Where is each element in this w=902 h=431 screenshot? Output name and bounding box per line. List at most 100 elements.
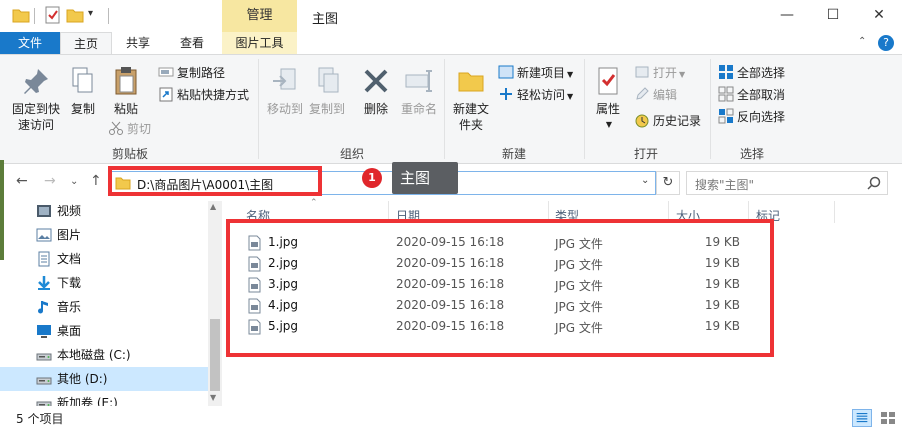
nav-item-label: 音乐: [57, 300, 82, 314]
select-all-icon: [719, 65, 733, 79]
maximize-button[interactable]: ☐: [810, 0, 856, 32]
invert-selection-button[interactable]: 反向选择: [718, 107, 785, 127]
divider: [258, 59, 259, 159]
easy-access-button[interactable]: 轻松访问 ▼: [498, 85, 573, 105]
select-none-button[interactable]: 全部取消: [718, 85, 785, 105]
annotation-tooltip: 主图: [392, 162, 458, 194]
annotation-highlight-files: [226, 219, 774, 357]
annotation-highlight-address: [108, 166, 322, 196]
manage-tab[interactable]: 管理: [222, 0, 297, 32]
open-icon: [635, 66, 649, 78]
documents-icon: [36, 251, 52, 267]
new-item-icon: [498, 65, 514, 79]
invert-selection-icon: [718, 108, 734, 124]
music-icon: [36, 299, 52, 315]
easy-access-icon: [500, 88, 512, 100]
back-arrow-icon[interactable]: ←: [16, 173, 28, 189]
edit-icon: [636, 87, 649, 100]
scrollbar-thumb[interactable]: [210, 319, 220, 391]
close-button[interactable]: ✕: [856, 0, 902, 32]
folder-icon: [458, 72, 484, 92]
cut-button[interactable]: 剪切: [108, 119, 151, 139]
properties-icon[interactable]: [44, 6, 62, 24]
select-all-label: 全部选择: [737, 66, 786, 80]
new-group-label: 新建: [501, 147, 526, 161]
tab-home[interactable]: 主页: [60, 32, 112, 54]
properties-icon: [598, 67, 618, 95]
large-icons-view-icon[interactable]: [878, 409, 898, 427]
tab-view[interactable]: 查看: [164, 32, 220, 54]
open-button[interactable]: 打开 ▼: [634, 63, 685, 83]
paste-shortcut-button[interactable]: 粘贴快捷方式: [158, 85, 249, 105]
new-folder-button[interactable]: 新建文件夹: [448, 65, 494, 133]
easy-access-label: 轻松访问: [517, 88, 566, 102]
ribbon: 固定到快速访问 复制 粘贴 复制路径 粘贴快捷方式 剪切 剪贴板 移动到 复制到: [0, 54, 902, 164]
up-arrow-icon[interactable]: ↑: [90, 173, 102, 189]
copy-button[interactable]: 复制: [66, 65, 100, 117]
video-icon: [36, 203, 52, 219]
refresh-button[interactable]: ↻: [656, 171, 680, 195]
new-item-button[interactable]: 新建项目 ▼: [498, 63, 573, 83]
recent-locations-icon[interactable]: ⌄: [70, 176, 78, 187]
paste-button[interactable]: 粘贴: [106, 65, 146, 117]
divider: [34, 8, 35, 24]
minimize-button[interactable]: —: [764, 0, 810, 32]
divider[interactable]: [834, 201, 835, 223]
tab-file[interactable]: 文件: [0, 32, 60, 54]
history-button[interactable]: 历史记录: [634, 111, 701, 131]
clipboard-group-label: 剪贴板: [111, 147, 148, 161]
copy-to-button[interactable]: 复制到: [306, 65, 348, 117]
edit-button[interactable]: 编辑: [634, 85, 677, 105]
delete-button[interactable]: 删除: [356, 65, 396, 117]
search-icon[interactable]: [867, 176, 881, 190]
chevron-down-icon[interactable]: ▾: [88, 8, 98, 26]
sort-ascending-icon: ⌃: [310, 198, 318, 208]
copy-path-button[interactable]: 复制路径: [158, 63, 225, 83]
rename-label: 重命名: [400, 102, 437, 116]
move-to-button[interactable]: 移动到: [264, 65, 306, 117]
pin-quick-access-button[interactable]: 固定到快速访问: [8, 65, 64, 133]
window-edge: [0, 160, 4, 260]
delete-icon: [364, 69, 388, 93]
properties-button[interactable]: 属性 ▼: [588, 65, 628, 133]
delete-label: 删除: [363, 102, 388, 116]
nav-item-label: 其他 (D:): [57, 372, 108, 386]
nav-item-label: 图片: [57, 228, 82, 242]
tab-picture-tools[interactable]: 图片工具: [222, 32, 297, 54]
chevron-down-icon: ▼: [567, 70, 574, 79]
item-count: 5 个项目: [16, 412, 64, 426]
select-none-label: 全部取消: [737, 88, 786, 102]
select-all-button[interactable]: 全部选择: [718, 63, 785, 83]
search-input[interactable]: 搜索"主图": [686, 171, 888, 195]
chevron-down-icon[interactable]: ⌄: [641, 175, 649, 186]
new-folder-icon[interactable]: [66, 6, 84, 24]
invert-selection-label: 反向选择: [737, 110, 786, 124]
copy-icon: [72, 67, 93, 93]
open-group-label: 打开: [633, 147, 658, 161]
forward-arrow-icon[interactable]: →: [44, 173, 56, 189]
tab-share[interactable]: 共享: [112, 32, 164, 54]
title-bar: ▾ 管理 主图 — ☐ ✕: [0, 0, 902, 32]
nav-item-label: 本地磁盘 (C:): [57, 348, 131, 362]
chevron-down-icon: ▼: [605, 120, 613, 129]
copy-path-icon: [158, 67, 174, 77]
help-icon[interactable]: ?: [878, 35, 894, 51]
folder-icon[interactable]: [12, 6, 30, 24]
new-folder-label: 新建文件夹: [452, 102, 489, 132]
chevron-up-icon[interactable]: ⌃: [858, 36, 866, 47]
divider: [108, 8, 109, 24]
drive-icon: [36, 347, 52, 363]
cut-label: 剪切: [127, 122, 152, 136]
history-label: 历史记录: [653, 114, 702, 128]
scroll-down-icon[interactable]: ▼: [210, 393, 216, 402]
details-view-icon[interactable]: [852, 409, 872, 427]
scroll-up-icon[interactable]: ▲: [210, 202, 216, 211]
ribbon-tabs: 文件 主页 共享 查看 图片工具 ⌃ ?: [0, 32, 902, 54]
move-to-label: 移动到: [266, 102, 303, 116]
rename-icon: [405, 70, 432, 92]
window-title: 主图: [312, 12, 339, 27]
rename-button[interactable]: 重命名: [398, 65, 440, 117]
select-group-label: 选择: [739, 147, 764, 161]
copy-to-label: 复制到: [308, 102, 345, 116]
desktop-icon: [36, 323, 52, 339]
